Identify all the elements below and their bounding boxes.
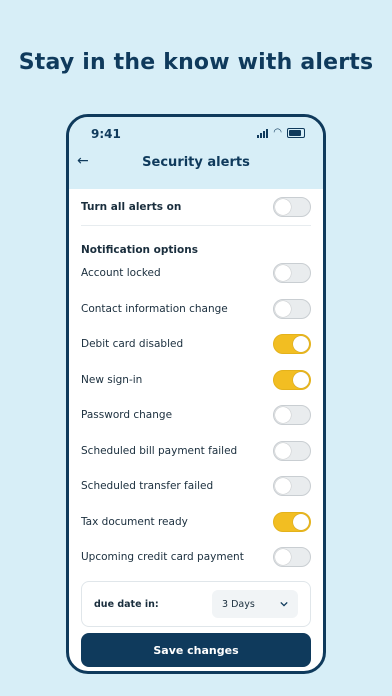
option-toggle[interactable] — [273, 511, 311, 532]
master-toggle[interactable] — [273, 196, 311, 217]
option-toggle[interactable] — [273, 405, 311, 426]
option-label: Contact information change — [81, 302, 228, 315]
home-indicator[interactable] — [149, 659, 243, 663]
option-label: Scheduled transfer failed — [81, 480, 214, 493]
option-row: Contact information change — [81, 291, 311, 327]
option-label: Tax document ready — [81, 515, 188, 528]
alerts-content: Turn all alerts on Notification options … — [69, 189, 323, 667]
battery-icon — [287, 128, 305, 138]
top-bar: 9:41 ◠ ← Security alerts — [69, 117, 323, 189]
due-date-label: due date in: — [94, 598, 159, 610]
option-toggle[interactable] — [273, 440, 311, 461]
signal-icon — [257, 128, 269, 138]
due-date-select[interactable]: 3 Days — [212, 590, 298, 618]
option-toggle[interactable] — [273, 263, 311, 284]
option-toggle[interactable] — [273, 547, 311, 568]
options-list: Account locked Contact information change… — [81, 256, 311, 576]
headline: Stay in the know with alerts — [18, 50, 374, 75]
toggle-knob — [275, 407, 291, 424]
option-toggle[interactable] — [273, 334, 311, 355]
phone-frame: 9:41 ◠ ← Security alerts Turn all alerts… — [66, 114, 326, 674]
option-label: Upcoming credit card payment — [81, 551, 244, 564]
toggle-knob — [275, 198, 291, 215]
option-row: Password change — [81, 398, 311, 434]
toggle-knob — [293, 371, 309, 388]
due-date-value: 3 Days — [222, 598, 255, 610]
option-label: Account locked — [81, 267, 161, 280]
option-row: Tax document ready — [81, 504, 311, 540]
toggle-knob — [275, 478, 291, 495]
option-row: Account locked — [81, 256, 311, 292]
option-label: Scheduled bill payment failed — [81, 444, 238, 457]
status-icons: ◠ — [257, 128, 305, 138]
page-title: Security alerts — [142, 155, 250, 170]
wifi-icon: ◠ — [273, 127, 282, 138]
option-row: Scheduled bill payment failed — [81, 433, 311, 469]
option-row: Debit card disabled — [81, 327, 311, 363]
toggle-knob — [275, 442, 291, 459]
toggle-knob — [293, 513, 309, 530]
option-label: New sign-in — [81, 373, 143, 386]
master-toggle-label: Turn all alerts on — [81, 200, 182, 213]
chevron-down-icon — [280, 601, 288, 607]
master-toggle-row: Turn all alerts on — [81, 189, 311, 226]
toggle-knob — [275, 265, 291, 282]
section-title: Notification options — [81, 243, 198, 256]
toggle-knob — [275, 549, 291, 566]
option-toggle[interactable] — [273, 476, 311, 497]
option-row: Upcoming credit card payment — [81, 540, 311, 576]
option-toggle[interactable] — [273, 298, 311, 319]
due-date-row: due date in: 3 Days — [81, 581, 311, 627]
option-toggle[interactable] — [273, 369, 311, 390]
status-time: 9:41 — [91, 127, 121, 141]
option-label: Debit card disabled — [81, 338, 184, 351]
option-label: Password change — [81, 409, 173, 422]
toggle-knob — [275, 300, 291, 317]
option-row: Scheduled transfer failed — [81, 469, 311, 505]
toggle-knob — [293, 336, 309, 353]
option-row: New sign-in — [81, 362, 311, 398]
